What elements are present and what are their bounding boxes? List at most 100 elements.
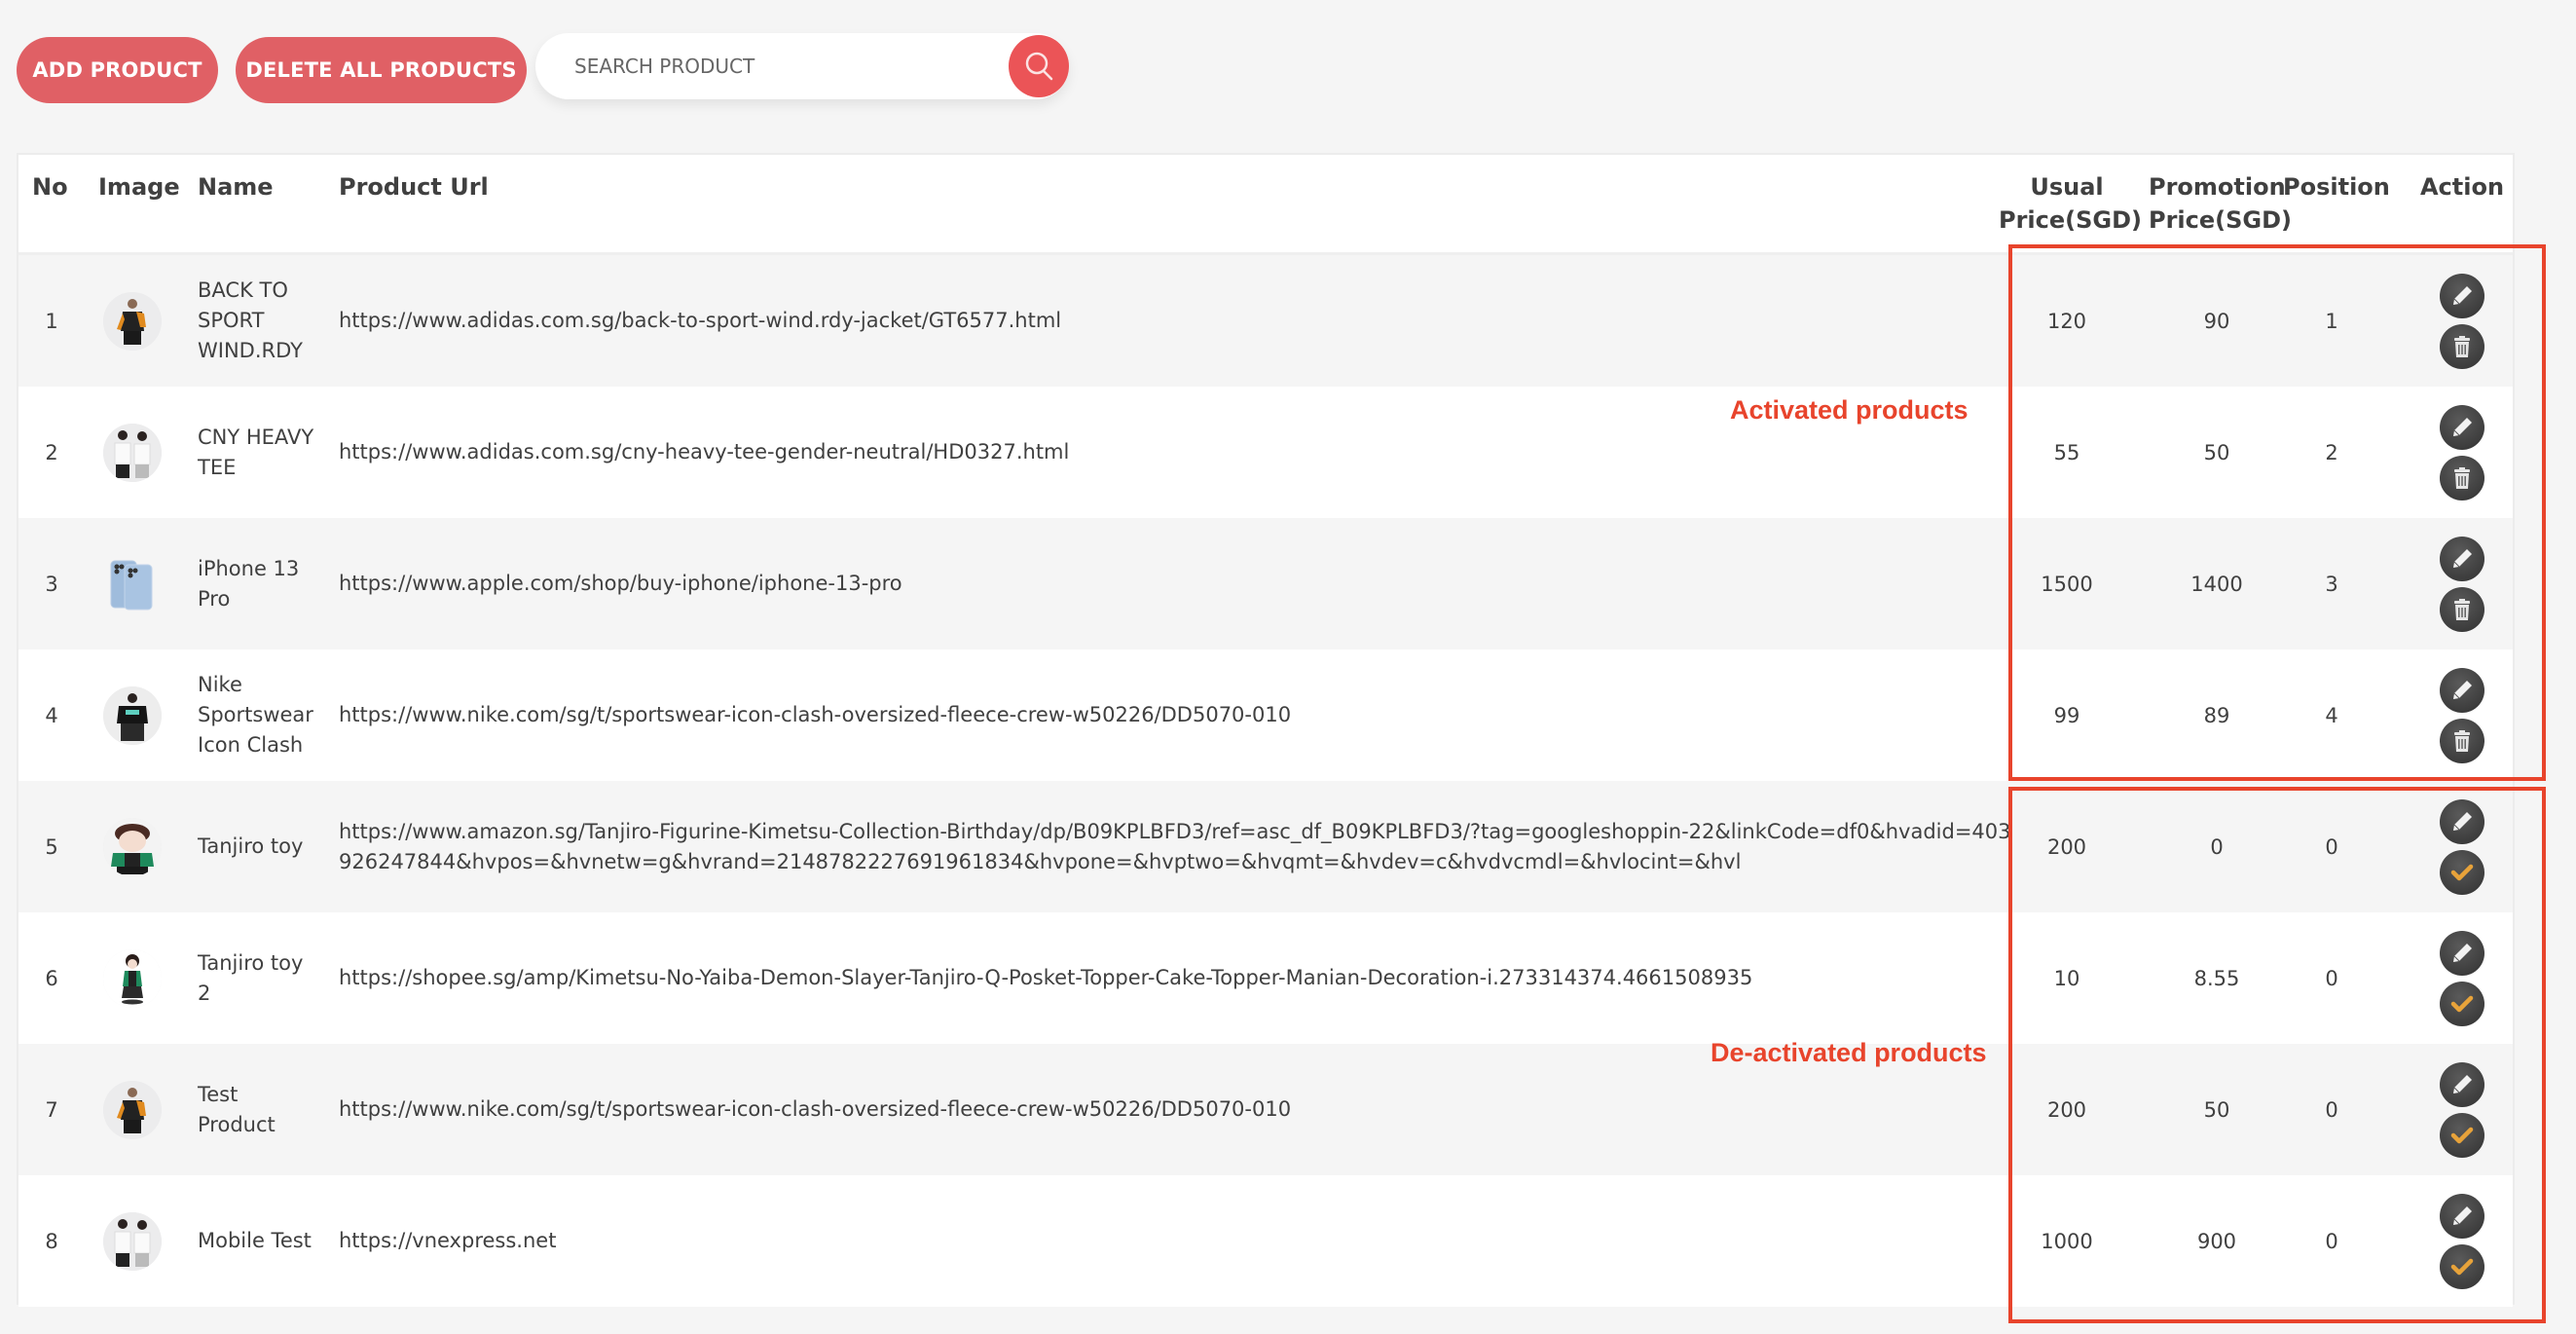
usual-price: 200 xyxy=(2046,834,2087,859)
edit-button[interactable] xyxy=(2440,404,2484,450)
product-name: Test Product xyxy=(198,1082,276,1136)
product-name: CNY HEAVY TEE xyxy=(198,425,314,479)
position: 0 xyxy=(2325,966,2338,990)
product-image-cell xyxy=(98,649,166,781)
promotion-price: 50 xyxy=(2203,440,2230,464)
product-name: BACK TO SPORT WIND.RDY xyxy=(198,278,303,362)
edit-button[interactable] xyxy=(2440,273,2484,318)
row-number: 8 xyxy=(45,1229,58,1253)
edit-icon xyxy=(2448,1071,2476,1098)
product-url: https://shopee.sg/amp/Kimetsu-No-Yaiba-D… xyxy=(339,966,1753,989)
edit-icon xyxy=(2448,677,2476,704)
delete-button[interactable] xyxy=(2440,323,2484,369)
adidas-jacket-thumbnail xyxy=(103,291,162,351)
check-icon xyxy=(2448,1253,2476,1280)
trash-icon xyxy=(2449,465,2475,491)
product-image-cell xyxy=(98,1175,166,1307)
table-row: 1 BACK TO SPORT WIND.RDY https://www.adida… xyxy=(18,255,2513,387)
activate-button[interactable] xyxy=(2440,981,2484,1026)
promotion-price: 8.55 xyxy=(2193,966,2240,990)
edit-button[interactable] xyxy=(2440,930,2484,976)
header-promotion-price-line1: Promotion xyxy=(2149,173,2286,201)
header-usual-price-line2: Price(SGD) xyxy=(1999,206,2142,234)
action-cell xyxy=(2423,518,2501,649)
activate-button[interactable] xyxy=(2440,1243,2484,1289)
position: 4 xyxy=(2325,703,2338,727)
activated-products-annotation: Activated products xyxy=(1730,395,1969,425)
position: 2 xyxy=(2325,440,2338,464)
edit-button[interactable] xyxy=(2440,667,2484,713)
header-product-url: Product Url xyxy=(339,173,489,201)
trash-icon xyxy=(2449,728,2475,754)
product-url: https://www.amazon.sg/Tanjiro-Figurine-K… xyxy=(339,819,2011,873)
edit-icon xyxy=(2448,808,2476,835)
product-image-cell xyxy=(98,781,166,912)
product-name: iPhone 13 Pro xyxy=(198,556,300,611)
check-icon xyxy=(2448,1122,2476,1149)
promotion-price: 89 xyxy=(2203,703,2230,727)
delete-button[interactable] xyxy=(2440,586,2484,632)
product-image-cell xyxy=(98,518,166,649)
table-row: 4 Nike Sportswear Icon Clash https://www.n… xyxy=(18,649,2513,781)
action-cell xyxy=(2423,255,2501,387)
search-bar xyxy=(535,33,1069,99)
edit-button[interactable] xyxy=(2440,1193,2484,1239)
table-header: No Image Name Product Url Usual Price(SG… xyxy=(18,155,2513,255)
activate-button[interactable] xyxy=(2440,1112,2484,1158)
delete-button[interactable] xyxy=(2440,455,2484,500)
edit-icon xyxy=(2448,282,2476,310)
position: 1 xyxy=(2325,309,2338,333)
promotion-price: 900 xyxy=(2196,1229,2237,1253)
trash-icon xyxy=(2449,334,2475,359)
search-button[interactable] xyxy=(1009,35,1069,97)
edit-icon xyxy=(2448,545,2476,573)
header-usual-price: Usual Price(SGD) xyxy=(1999,170,2142,237)
delete-all-products-button[interactable]: DELETE ALL PRODUCTS xyxy=(236,37,527,103)
product-url: https://www.apple.com/shop/buy-iphone/ip… xyxy=(339,572,902,595)
tanjiro-figurine-thumbnail xyxy=(103,817,162,876)
table-row: 3 iPhone 13 Pro https://www.apple.com/shop… xyxy=(18,518,2513,649)
product-name: Tanjiro toy xyxy=(198,834,304,858)
edit-button[interactable] xyxy=(2440,1061,2484,1107)
row-number: 4 xyxy=(45,703,58,727)
table-row: 5 Tanjiro toy https://www.amazon.sg/Tanjir… xyxy=(18,781,2513,912)
search-input[interactable] xyxy=(574,33,1003,99)
promotion-price: 1400 xyxy=(2190,572,2243,596)
product-image-cell xyxy=(98,912,166,1044)
product-image-cell xyxy=(98,1044,166,1175)
tanjiro-qposket-thumbnail xyxy=(103,948,162,1008)
promotion-price: 0 xyxy=(2210,834,2224,859)
add-product-button[interactable]: ADD PRODUCT xyxy=(17,37,218,103)
usual-price: 200 xyxy=(2046,1097,2087,1122)
adidas-jacket-thumbnail xyxy=(103,1080,162,1139)
header-action: Action xyxy=(2419,173,2505,201)
activate-button[interactable] xyxy=(2440,849,2484,895)
check-icon xyxy=(2448,990,2476,1018)
table-row: 6 Tanjiro toy 2 https://shopee.sg/amp/Kime… xyxy=(18,912,2513,1044)
action-cell xyxy=(2423,649,2501,781)
edit-icon xyxy=(2448,940,2476,967)
action-cell xyxy=(2423,781,2501,912)
product-url: https://www.nike.com/sg/t/sportswear-ico… xyxy=(339,703,1292,726)
check-icon xyxy=(2448,859,2476,886)
header-promotion-price: Promotion Price(SGD) xyxy=(2149,170,2292,237)
product-url: https://www.adidas.com.sg/back-to-sport-… xyxy=(339,309,1062,332)
header-name: Name xyxy=(198,173,274,201)
product-name: Nike Sportswear Icon Clash xyxy=(198,673,313,757)
position: 3 xyxy=(2325,572,2338,596)
deactivated-products-annotation: De-activated products xyxy=(1711,1038,1987,1067)
usual-price: 1000 xyxy=(2041,1229,2093,1253)
action-cell xyxy=(2423,912,2501,1044)
header-promotion-price-line2: Price(SGD) xyxy=(2149,206,2292,234)
edit-button[interactable] xyxy=(2440,798,2484,844)
usual-price: 55 xyxy=(2053,440,2080,464)
product-name: Mobile Test xyxy=(198,1229,312,1252)
adidas-tee-couple-thumbnail xyxy=(103,423,162,482)
position: 0 xyxy=(2325,1097,2338,1122)
edit-button[interactable] xyxy=(2440,536,2484,581)
row-number: 6 xyxy=(45,966,58,990)
edit-icon xyxy=(2448,1203,2476,1230)
product-name: Tanjiro toy 2 xyxy=(198,950,304,1005)
delete-button[interactable] xyxy=(2440,718,2484,763)
table-row: 2 CNY HEAVY TEE https://www.adidas.com.sg/… xyxy=(18,387,2513,518)
